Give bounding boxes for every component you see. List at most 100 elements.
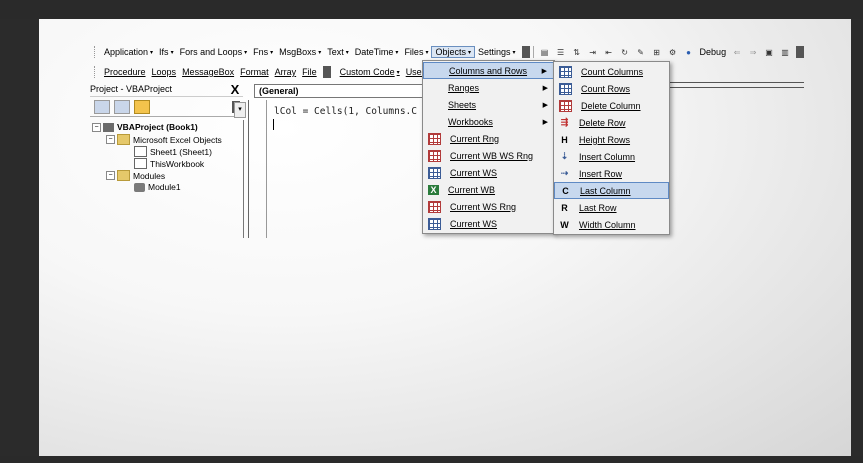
collapse-icon[interactable]: −	[106, 135, 115, 144]
list-icon[interactable]: ☰	[555, 46, 567, 58]
view-object-icon[interactable]	[114, 100, 130, 114]
menu-item-label: Current WB WS Rng	[450, 150, 534, 161]
view-code-icon[interactable]	[94, 100, 110, 114]
toolbar-main: Application ▾ Ifs ▾ Fors and Loops ▾ Fns ▾ M…	[94, 44, 805, 60]
menu-item-workbooks[interactable]: Workbooks ▶	[423, 113, 554, 130]
separator	[532, 46, 534, 58]
menu-item-count-rows[interactable]: Count Rows	[554, 80, 669, 97]
menu-ifs[interactable]: Ifs ▾	[156, 47, 177, 57]
toolbar-grip[interactable]	[94, 66, 98, 78]
menu-item-current-wb[interactable]: X Current WB	[423, 181, 554, 198]
tools-icon[interactable]: ✎	[635, 46, 647, 58]
btn-format[interactable]: Format	[237, 67, 272, 77]
tree-node-sheet1[interactable]: Sheet1 (Sheet1)	[134, 146, 212, 157]
btn-loops[interactable]: Loops	[149, 67, 180, 77]
menu-application[interactable]: Application ▾	[101, 47, 156, 57]
settings-icon[interactable]: ⚙	[667, 46, 679, 58]
menu-item-label: Current WS	[450, 167, 498, 178]
menu-objects[interactable]: Objects ▾	[431, 46, 475, 58]
bottom-frame	[0, 456, 863, 463]
toolbar-overflow-2[interactable]	[796, 46, 805, 58]
outdent-icon[interactable]: ⇤	[603, 46, 615, 58]
menu-datetime[interactable]: DateTime ▾	[352, 47, 402, 57]
range-icon	[428, 149, 441, 162]
save-icon[interactable]: ▣	[763, 46, 775, 58]
collapse-icon[interactable]: −	[92, 122, 101, 132]
menu-item-current-rng[interactable]: Current Rng	[423, 130, 554, 147]
workbook-icon	[134, 158, 147, 169]
toggle-folders-icon[interactable]	[134, 100, 150, 114]
menu-item-width-column[interactable]: W Width Column	[554, 216, 669, 233]
btn-array[interactable]: Array	[272, 67, 300, 77]
menu-settings[interactable]: Settings ▾	[475, 47, 519, 57]
close-icon[interactable]: X	[229, 82, 241, 97]
tree-node-thisworkbook[interactable]: ThisWorkbook	[134, 158, 204, 169]
menu-item-last-column[interactable]: C Last Column	[554, 182, 669, 199]
insert-column-icon: ⇣	[560, 151, 569, 161]
menu-item-insert-row[interactable]: ⇢ Insert Row	[554, 165, 669, 182]
menu-item-columns-and-rows[interactable]: Columns and Rows ▶	[423, 62, 554, 79]
object-dropdown[interactable]: (General)	[254, 84, 424, 98]
forward-icon[interactable]: ⇒	[747, 46, 759, 58]
btn-file[interactable]: File	[299, 67, 320, 77]
project-panel-header: Project - VBAProject X	[90, 82, 243, 97]
menu-item-delete-column[interactable]: Delete Column	[554, 97, 669, 114]
tree-label: ThisWorkbook	[150, 158, 205, 169]
tree-label: Sheet1 (Sheet1)	[150, 146, 212, 157]
menu-item-last-row[interactable]: R Last Row	[554, 199, 669, 216]
window-icon[interactable]: ▥	[779, 46, 791, 58]
menu-item-current-ws-rng[interactable]: Current WS Rng	[423, 198, 554, 215]
menu-item-current-wb-ws[interactable]: Current WS	[423, 164, 554, 181]
menu-item-delete-row[interactable]: ⇶ Delete Row	[554, 114, 669, 131]
tree-label: Module1	[148, 182, 181, 192]
menu-item-ranges[interactable]: Ranges ▶	[423, 79, 554, 96]
tree-label: Microsoft Excel Objects	[133, 134, 222, 145]
menu-item-height-rows[interactable]: H Height Rows	[554, 131, 669, 148]
menu-files[interactable]: Files ▾	[401, 47, 431, 57]
text-caret	[273, 119, 274, 130]
toolbar-overflow[interactable]	[322, 66, 331, 78]
hierarchy-icon[interactable]: ⊞	[651, 46, 663, 58]
tree-node-excel-objects[interactable]: − Microsoft Excel Objects	[106, 134, 222, 145]
collapse-icon[interactable]: −	[106, 171, 115, 180]
tree-node-project[interactable]: − VBAProject (Book1)	[92, 122, 198, 132]
menu-item-label: Insert Column	[579, 151, 636, 162]
replace-icon[interactable]: ↻	[619, 46, 631, 58]
toolbar-grip[interactable]	[94, 46, 98, 58]
btn-procedure[interactable]: Procedure	[101, 67, 149, 77]
range-icon	[428, 132, 441, 145]
indent-icon[interactable]: ⇥	[587, 46, 599, 58]
code-line[interactable]: lCol = Cells(1, Columns.C	[274, 106, 417, 117]
menu-item-label: Sheets	[448, 99, 477, 110]
blank-icon	[428, 117, 439, 127]
menu-text[interactable]: Text ▾	[324, 47, 352, 57]
back-icon[interactable]: ⇐	[731, 46, 743, 58]
menu-fns[interactable]: Fns ▾	[250, 47, 276, 57]
menu-item-insert-column[interactable]: ⇣ Insert Column	[554, 148, 669, 165]
menu-custom-code[interactable]: Custom Code ▾	[337, 67, 403, 77]
folder-icon	[117, 134, 130, 145]
sort-icon[interactable]: ⇅	[571, 46, 583, 58]
menu-msgboxs[interactable]: MsgBoxs ▾	[276, 47, 324, 57]
menu-item-current-ws[interactable]: Current WS	[423, 215, 554, 232]
menu-item-label: Width Column	[579, 219, 636, 230]
btn-messagebox[interactable]: MessageBox	[179, 67, 237, 77]
tree-node-module1[interactable]: Module1	[134, 182, 181, 192]
help-icon[interactable]: ●	[683, 46, 695, 58]
project-panel-title: Project - VBAProject	[90, 84, 173, 94]
chevron-down-icon[interactable]: ▾	[234, 102, 246, 118]
toolbar-overflow[interactable]	[521, 46, 530, 58]
comment-block-icon[interactable]: ▤	[539, 46, 551, 58]
menu-fors-and-loops[interactable]: Fors and Loops ▾	[177, 47, 251, 57]
tree-node-modules[interactable]: − Modules	[106, 170, 165, 181]
menu-item-sheets[interactable]: Sheets ▶	[423, 96, 554, 113]
menu-item-label: Current WS Rng	[450, 201, 517, 212]
submenu-arrow-icon: ▶	[541, 67, 547, 75]
menu-item-label: Count Rows	[581, 83, 631, 94]
menu-item-current-wb-ws-rng[interactable]: Current WB WS Rng	[423, 147, 554, 164]
debug-label[interactable]: Debug	[697, 47, 730, 57]
menu-item-count-columns[interactable]: Count Columns	[554, 63, 669, 80]
menu-item-label: Count Columns	[581, 66, 644, 77]
top-frame	[0, 0, 863, 19]
last-column-icon: C	[562, 185, 569, 196]
